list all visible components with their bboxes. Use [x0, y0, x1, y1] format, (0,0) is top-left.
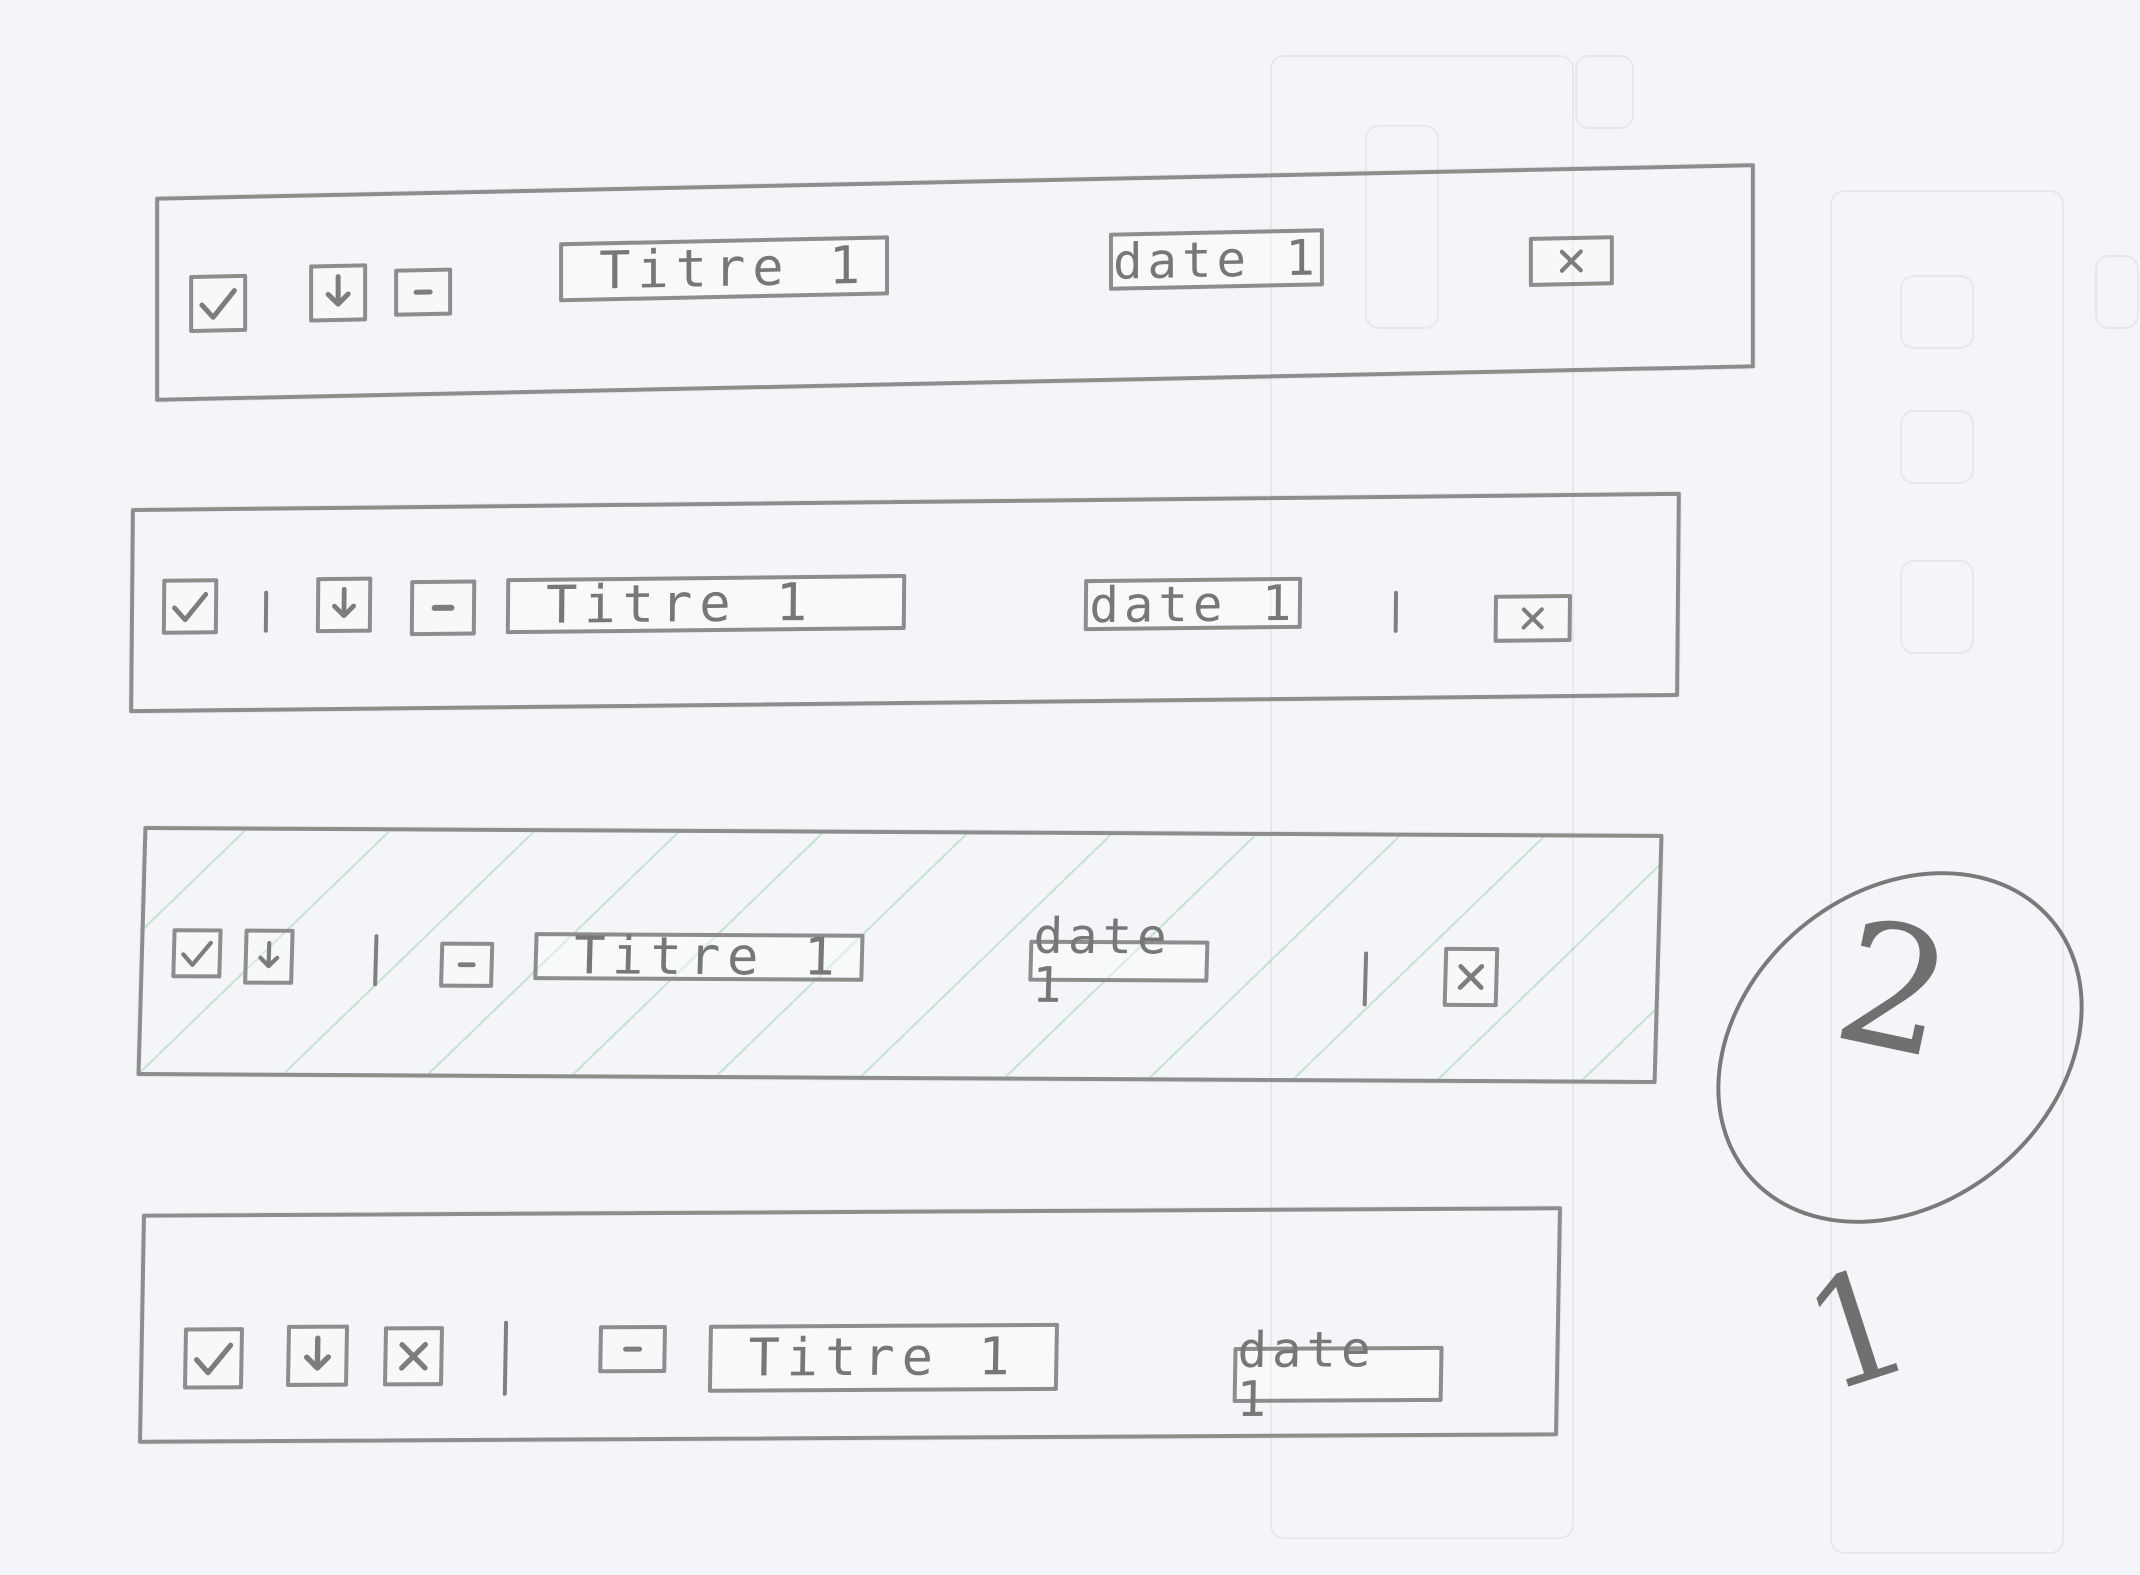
title-field[interactable]: Titre 1 — [559, 235, 890, 303]
close-icon[interactable] — [1528, 235, 1614, 287]
close-icon[interactable] — [1493, 594, 1572, 643]
date-field[interactable]: date 1 — [1108, 228, 1324, 291]
download-icon[interactable] — [309, 263, 368, 323]
check-icon[interactable] — [189, 273, 248, 334]
separator-line — [1362, 951, 1369, 1007]
download-icon[interactable] — [285, 1324, 350, 1387]
toolbar-row-1: Titre 1 date 1 — [155, 163, 1755, 402]
title-text: Titre 1 — [747, 1327, 1018, 1389]
separator-line — [373, 934, 379, 987]
date-field[interactable]: date 1 — [1028, 908, 1210, 1014]
title-field[interactable]: Titre 1 — [505, 572, 907, 636]
date-field[interactable]: date 1 — [1083, 574, 1303, 634]
minus-icon[interactable] — [394, 267, 453, 317]
date-text: date 1 — [1112, 228, 1320, 291]
separator-line — [502, 1320, 509, 1396]
separator-line — [263, 590, 269, 633]
title-text: Titre 1 — [599, 235, 868, 302]
minus-icon[interactable] — [598, 1324, 668, 1374]
toolbar-row-2: Titre 1 date 1 — [129, 491, 1681, 714]
title-text: Titre 1 — [573, 926, 843, 988]
paper-ghost-h — [1575, 55, 1634, 129]
check-icon[interactable] — [182, 1327, 245, 1390]
date-text: date 1 — [1236, 1321, 1377, 1428]
minus-icon[interactable] — [439, 941, 495, 988]
close-icon[interactable] — [1442, 946, 1500, 1008]
date-text: date 1 — [1089, 574, 1297, 634]
close-icon[interactable] — [382, 1326, 445, 1387]
title-text: Titre 1 — [545, 572, 815, 636]
paper-ghost-e — [1900, 410, 1974, 484]
minus-icon[interactable] — [409, 579, 477, 637]
date-text: date 1 — [1031, 907, 1173, 1014]
check-icon[interactable] — [171, 928, 223, 979]
paper-ghost-f — [1900, 560, 1974, 654]
title-field[interactable]: Titre 1 — [533, 926, 865, 988]
download-icon[interactable] — [315, 576, 373, 634]
toolbar-row-4: Titre 1 date 1 — [138, 1206, 1562, 1444]
check-icon[interactable] — [161, 578, 219, 635]
download-icon[interactable] — [243, 928, 295, 985]
date-field[interactable]: date 1 — [1232, 1321, 1444, 1428]
toolbar-row-3: Titre 1 date 1 — [136, 826, 1664, 1084]
title-field[interactable]: Titre 1 — [707, 1322, 1060, 1393]
paper-ghost-d — [1900, 275, 1974, 349]
separator-line — [1393, 590, 1399, 633]
paper-ghost-g — [2095, 255, 2139, 329]
